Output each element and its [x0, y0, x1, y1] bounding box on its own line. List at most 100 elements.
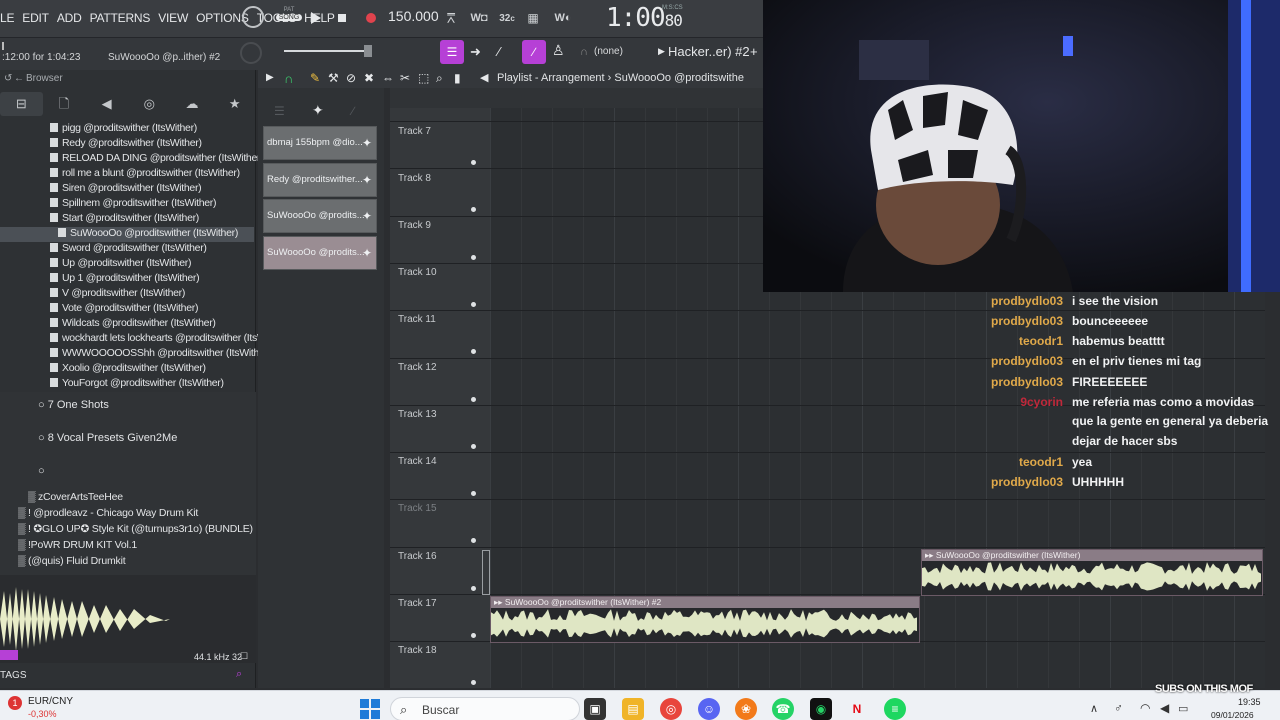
- folder-empty[interactable]: ○: [38, 465, 45, 477]
- track-label[interactable]: Track 9: [398, 220, 431, 231]
- track-mute-dot[interactable]: [471, 538, 476, 543]
- record-button[interactable]: [364, 8, 378, 28]
- taskbar-search-input[interactable]: [390, 697, 580, 720]
- widget-badge-icon[interactable]: 1: [8, 696, 22, 710]
- picker-automation-icon[interactable]: ∕: [352, 104, 354, 118]
- list-item[interactable]: pigg @proditswither (ItsWither): [50, 122, 197, 137]
- picker-audio-icon[interactable]: ✦: [312, 102, 324, 119]
- list-item[interactable]: Start @proditswither (ItsWither): [50, 212, 199, 227]
- fl-studio-icon[interactable]: ❀: [735, 698, 757, 720]
- file-explorer-icon[interactable]: ▤: [622, 698, 644, 720]
- typing-keyboard-icon[interactable]: ▦: [522, 8, 544, 28]
- track-label[interactable]: Track 16: [398, 551, 437, 562]
- folder-vocal-presets[interactable]: ○ 8 Vocal Presets Given2Me: [38, 432, 177, 444]
- pack-item[interactable]: ▒ (@quis) Fluid Drumkit: [18, 555, 126, 567]
- track-mute-dot[interactable]: [471, 255, 476, 260]
- track-mute-dot[interactable]: [471, 444, 476, 449]
- master-volume-knob[interactable]: [242, 6, 264, 28]
- clip-source-item[interactable]: Redy @proditswither... ✦: [263, 163, 377, 197]
- clip-source-item[interactable]: dbmaj 155bpm @dio... ✦: [263, 126, 377, 160]
- browser-back-icon[interactable]: ↺: [4, 73, 12, 84]
- delete-icon[interactable]: ⊘: [346, 71, 356, 85]
- headphones-icon[interactable]: ∩: [284, 71, 293, 86]
- messaging-app-icon[interactable]: ◉: [810, 698, 832, 720]
- list-item[interactable]: RELOAD DA DING @proditswither (ItsWither…: [50, 152, 264, 167]
- track-mute-dot[interactable]: [471, 349, 476, 354]
- snap-selector[interactable]: (none): [594, 46, 623, 57]
- volume-slider-handle[interactable]: [364, 45, 372, 57]
- export-icon[interactable]: ☐: [240, 651, 248, 662]
- track-mute-dot[interactable]: [471, 633, 476, 638]
- master-pitch-knob[interactable]: [240, 42, 262, 64]
- folder-one-shots[interactable]: ○ 7 One Shots: [38, 399, 109, 411]
- zoom-icon[interactable]: ⌕: [436, 71, 443, 86]
- track-resize-handle[interactable]: [482, 550, 490, 595]
- countdown-button[interactable]: 32 c: [496, 8, 518, 28]
- track-mute-dot[interactable]: [471, 160, 476, 165]
- paint-icon[interactable]: ⚒: [328, 71, 339, 85]
- stop-button[interactable]: [336, 8, 348, 28]
- track-mute-dot[interactable]: [471, 302, 476, 307]
- microphone-icon[interactable]: ♂: [1114, 701, 1123, 715]
- browser-files-icon[interactable]: 🗋: [43, 92, 86, 116]
- list-item-selected[interactable]: SuWoooOo @proditswither (ItsWither): [0, 227, 254, 242]
- browser-collapse-icon[interactable]: ⊟: [0, 92, 43, 116]
- sample-waveform-preview[interactable]: [0, 575, 256, 663]
- pack-item[interactable]: ▒ ! ✪GLO UP✪ Style Kit (@turnups3r1o) (B…: [18, 523, 253, 535]
- clip-source-item-selected[interactable]: SuWoooOo @prodits... ✦: [263, 236, 377, 270]
- track-label[interactable]: Track 10: [398, 267, 437, 278]
- wifi-icon[interactable]: ◠: [1140, 701, 1150, 715]
- wand-icon[interactable]: ∕: [498, 44, 500, 59]
- browser-web-icon[interactable]: ◎: [128, 92, 171, 116]
- whatsapp-icon[interactable]: ☎: [772, 698, 794, 720]
- pack-item[interactable]: ▒ !PoWR DRUM KIT Vol.1: [18, 539, 137, 551]
- loop-record-icon[interactable]: W◐: [552, 8, 574, 28]
- track-label[interactable]: Track 15: [398, 503, 437, 514]
- pack-item[interactable]: ▒ ! @prodleavz - Chicago Way Drum Kit: [18, 507, 198, 519]
- pat-song-switch[interactable]: PAT SONG: [276, 7, 302, 29]
- metronome-icon[interactable]: ⩞: [440, 8, 462, 28]
- track-mute-dot[interactable]: [471, 586, 476, 591]
- windows-start-icon[interactable]: [360, 699, 380, 719]
- taskbar-clock[interactable]: 19:35: [1238, 697, 1261, 707]
- list-item[interactable]: Wildcats @proditswither (ItsWither): [50, 317, 216, 332]
- playlist-menu-arrow-icon[interactable]: ▶: [266, 72, 274, 83]
- stamp-icon[interactable]: ♙: [552, 42, 565, 59]
- tray-chevron-icon[interactable]: ∧: [1090, 702, 1098, 715]
- spotify-icon[interactable]: ≡: [884, 698, 906, 720]
- list-item[interactable]: Spillnem @proditswither (ItsWither): [50, 197, 217, 212]
- list-item[interactable]: roll me a blunt @proditswither (ItsWithe…: [50, 167, 240, 182]
- clip-source-item[interactable]: SuWoooOo @prodits... ✦: [263, 199, 377, 233]
- tag-search-icon[interactable]: ⌕: [236, 668, 242, 681]
- list-item[interactable]: Sword @proditswither (ItsWither): [50, 242, 207, 257]
- audio-clip[interactable]: ▸▸ SuWoooOo @proditswither (ItsWither) #…: [490, 596, 920, 643]
- task-view-icon[interactable]: ▣: [584, 698, 606, 720]
- menu-add[interactable]: ADD: [57, 11, 82, 25]
- picker-keys-icon[interactable]: ☰: [274, 104, 285, 118]
- magnet-icon[interactable]: ∩: [580, 46, 588, 58]
- list-item[interactable]: wockhardt lets lockhearts @proditswither…: [50, 332, 289, 347]
- mute-icon[interactable]: ✖: [364, 71, 374, 85]
- discord-icon[interactable]: ☺: [698, 698, 720, 720]
- link-icon[interactable]: ∕: [522, 40, 546, 64]
- track-label[interactable]: Track 12: [398, 362, 437, 373]
- taskbar-date[interactable]: 09/01/2026: [1211, 710, 1254, 720]
- menu-options[interactable]: OPTIONS: [196, 11, 249, 25]
- list-item[interactable]: Vote @proditswither (ItsWither): [50, 302, 198, 317]
- browser-cloud-icon[interactable]: ☁: [171, 92, 214, 116]
- track-label[interactable]: Track 8: [398, 173, 431, 184]
- play-button[interactable]: [308, 8, 324, 28]
- pack-item[interactable]: ▒ zCoverArtsTeeHee: [28, 491, 123, 503]
- list-item[interactable]: Redy @proditswither (ItsWither): [50, 137, 202, 152]
- track-label[interactable]: Track 7: [398, 126, 431, 137]
- track-label[interactable]: Track 18: [398, 645, 437, 656]
- track-label[interactable]: Track 11: [398, 314, 436, 325]
- pattern-selector[interactable]: Hacker..er) #2: [668, 44, 750, 59]
- track-label[interactable]: Track 17: [398, 598, 437, 609]
- wait-for-input-icon[interactable]: W◘: [468, 8, 490, 28]
- volume-slider[interactable]: [284, 50, 368, 52]
- slip-icon[interactable]: ⇔: [382, 71, 394, 85]
- list-item[interactable]: WWWOOOOOSShh @proditswither (ItsWither): [50, 347, 271, 362]
- speaker-volume-icon[interactable]: ◀: [1160, 701, 1169, 715]
- chrome-icon[interactable]: ◎: [660, 698, 682, 720]
